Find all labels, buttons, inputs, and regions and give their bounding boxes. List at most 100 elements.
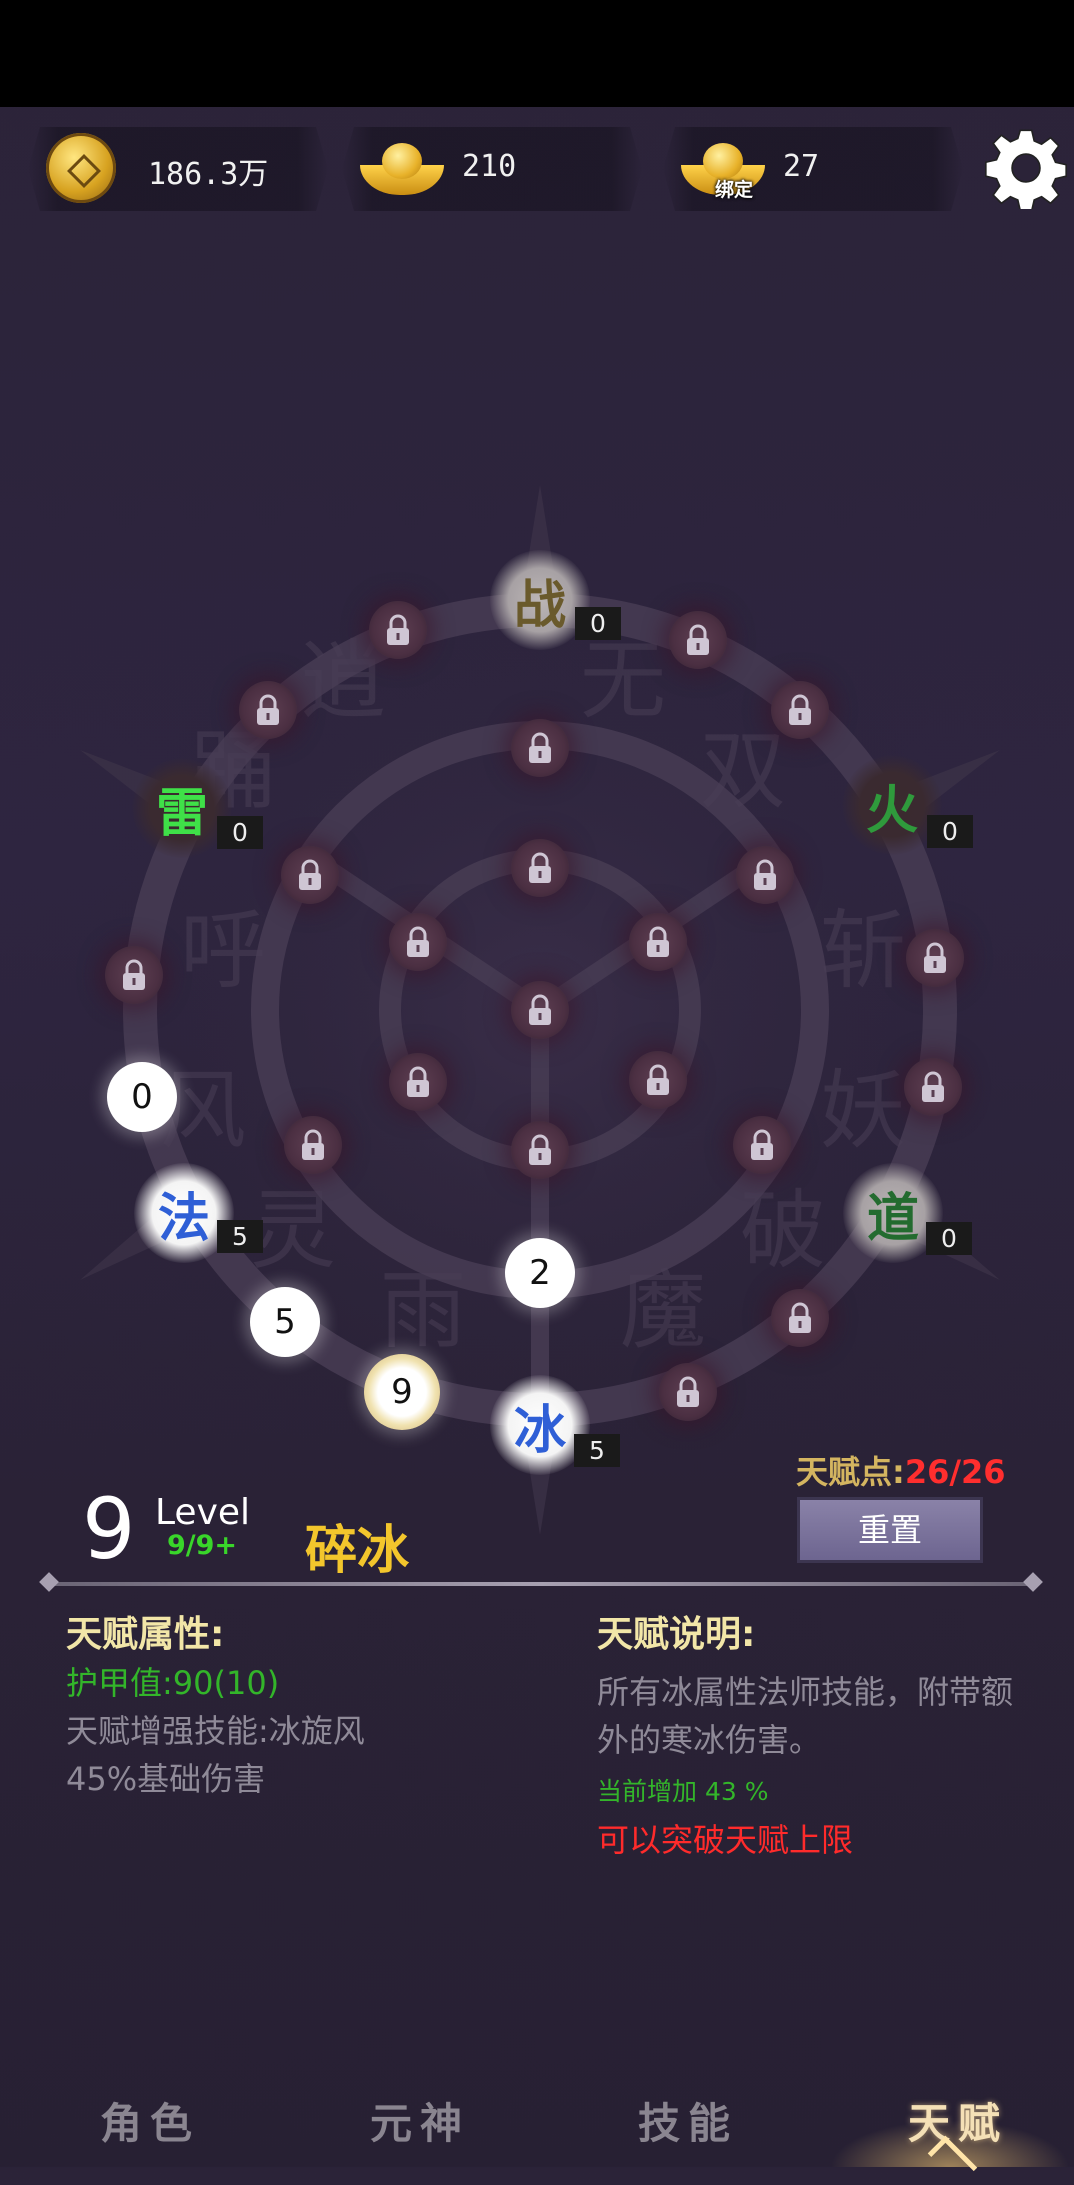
talent-bubble[interactable]: 2 <box>505 1238 575 1308</box>
lock-icon <box>123 959 145 990</box>
lock-icon <box>789 1302 811 1333</box>
element-zhan-char: 战 <box>513 574 566 636</box>
description-line-1: 所有冰属性法师技能，附带额 <box>597 1673 1014 1711</box>
svg-text:魔: 魔 <box>620 1261 706 1361</box>
locked-node[interactable] <box>511 839 569 897</box>
lock-icon <box>789 694 811 725</box>
gold-ingot-icon <box>360 143 444 197</box>
tab-spirit[interactable]: 元神 <box>370 2090 470 2151</box>
reset-button[interactable]: 重置 <box>797 1497 983 1563</box>
svg-text:斩: 斩 <box>820 901 906 1001</box>
coin-resource: 186.3万 <box>28 127 328 211</box>
element-zhan-count: 0 <box>575 607 621 640</box>
svg-text:雨: 雨 <box>380 1261 466 1361</box>
locked-node[interactable] <box>239 681 297 739</box>
description-title: 天赋说明: <box>597 1614 756 1655</box>
element-dao-char: 道 <box>866 1187 919 1249</box>
lock-icon <box>922 1071 944 1102</box>
locked-node[interactable] <box>284 1116 342 1174</box>
divider <box>48 1582 1034 1586</box>
lock-icon <box>751 1129 773 1160</box>
locked-node[interactable] <box>906 929 964 987</box>
talent-bubble-selected[interactable]: 9 <box>364 1354 440 1430</box>
gold-resource: 210 <box>342 127 642 211</box>
level-label: Level <box>155 1492 251 1533</box>
lock-icon <box>754 859 776 890</box>
current-increase: 当前增加 43 % <box>597 1777 769 1806</box>
element-huo-char: 火 <box>865 779 918 841</box>
locked-node[interactable] <box>389 1053 447 1111</box>
lock-icon <box>529 994 551 1025</box>
bound-tag: 绑定 <box>715 179 754 201</box>
bound-gold-value: 27 <box>783 149 820 184</box>
locked-node[interactable] <box>659 1363 717 1421</box>
locked-node[interactable] <box>511 1121 569 1179</box>
lock-icon <box>677 1376 699 1407</box>
status-bar <box>0 0 1074 107</box>
locked-node[interactable] <box>736 846 794 904</box>
locked-node[interactable] <box>629 1051 687 1109</box>
talent-points: 天赋点:26/26 <box>796 1447 1006 1493</box>
locked-node[interactable] <box>511 719 569 777</box>
tab-talent[interactable]: 天赋 <box>908 2090 1008 2151</box>
lock-icon <box>299 859 321 890</box>
talent-points-label: 天赋点: <box>796 1453 905 1491</box>
element-lei-char: 雷 <box>155 782 208 844</box>
coin-value: 186.3万 <box>148 157 269 192</box>
locked-node[interactable] <box>389 913 447 971</box>
lock-icon <box>407 926 429 957</box>
locked-node[interactable] <box>369 601 427 659</box>
talent-bubble[interactable]: 0 <box>107 1062 177 1132</box>
enhanced-skill: 天赋增强技能:冰旋风 <box>66 1712 365 1750</box>
copper-coin-icon <box>46 133 116 203</box>
level-progress: 9/9+ <box>167 1530 238 1561</box>
settings-gear-icon[interactable] <box>985 127 1067 209</box>
tab-skills[interactable]: 技能 <box>638 2090 738 2151</box>
lock-icon <box>387 614 409 645</box>
attributes-title: 天赋属性: <box>66 1614 225 1655</box>
lock-icon <box>302 1129 324 1160</box>
locked-node[interactable] <box>669 611 727 669</box>
svg-text:呼: 呼 <box>180 901 266 1001</box>
lock-icon <box>924 942 946 973</box>
element-bing-count: 5 <box>574 1434 620 1467</box>
gold-value: 210 <box>462 149 517 184</box>
lock-icon <box>257 694 279 725</box>
breakthrough-note: 可以突破天赋上限 <box>597 1821 854 1859</box>
lock-icon <box>647 1064 669 1095</box>
level-number: 9 <box>82 1480 136 1578</box>
base-damage: 45%基础伤害 <box>66 1760 266 1798</box>
element-fa-count: 5 <box>217 1220 263 1253</box>
locked-node[interactable] <box>629 913 687 971</box>
svg-text:破: 破 <box>740 1181 826 1281</box>
element-fa-char: 法 <box>157 1187 210 1249</box>
talent-board: 逍无 踊双 呼斩 风妖 灵破 雨魔 战 0 雷 0 火 0 法 5 道 0 冰 … <box>0 380 1074 1560</box>
locked-node[interactable] <box>733 1116 791 1174</box>
lock-icon <box>529 852 551 883</box>
locked-node[interactable] <box>511 981 569 1039</box>
description-line-2: 外的寒冰伤害。 <box>597 1721 822 1759</box>
locked-node[interactable] <box>281 846 339 904</box>
element-huo-count: 0 <box>927 815 973 848</box>
locked-node[interactable] <box>105 946 163 1004</box>
svg-text:妖: 妖 <box>820 1061 906 1161</box>
armor-value: 护甲值:90(10) <box>66 1664 280 1702</box>
element-bing-char: 冰 <box>513 1399 566 1461</box>
lock-icon <box>687 624 709 655</box>
bound-gold-resource: 绑定 27 <box>663 127 963 211</box>
svg-text:双: 双 <box>700 721 786 821</box>
lock-icon <box>529 732 551 763</box>
svg-text:无: 无 <box>580 631 666 731</box>
locked-node[interactable] <box>904 1058 962 1116</box>
talent-bubble[interactable]: 5 <box>250 1287 320 1357</box>
talent-points-value: 26/26 <box>904 1453 1006 1491</box>
skill-name: 碎冰 <box>305 1521 410 1581</box>
tab-character[interactable]: 角色 <box>100 2090 200 2151</box>
element-lei-count: 0 <box>217 816 263 849</box>
lock-icon <box>407 1066 429 1097</box>
locked-node[interactable] <box>771 1289 829 1347</box>
lock-icon <box>529 1134 551 1165</box>
lock-icon <box>647 926 669 957</box>
locked-node[interactable] <box>771 681 829 739</box>
element-dao-count: 0 <box>926 1222 972 1255</box>
